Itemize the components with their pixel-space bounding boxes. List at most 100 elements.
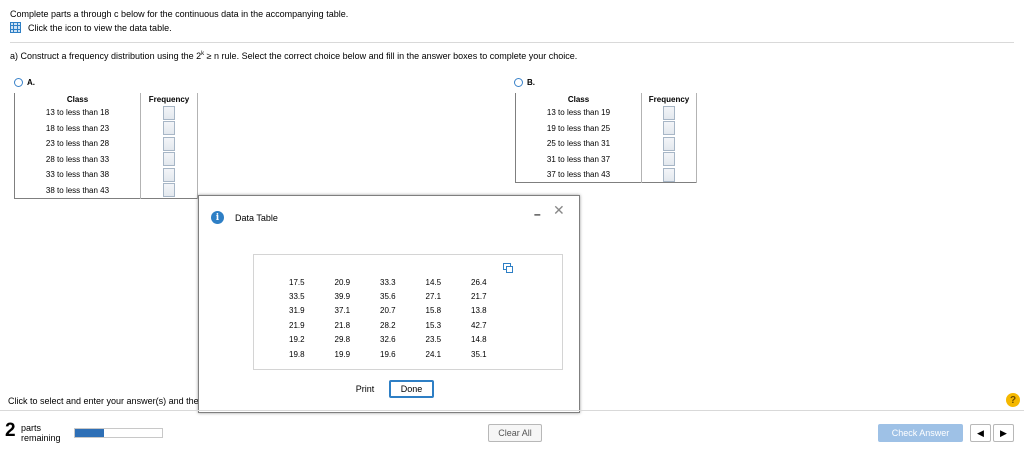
frequency-input[interactable]: [163, 136, 175, 151]
frequency-cell: [641, 120, 697, 136]
choice-a-radio[interactable]: [14, 78, 23, 87]
data-row: 31.9 37.1 20.7 15.8 13.8: [287, 304, 515, 318]
frequency-input[interactable]: [663, 152, 675, 167]
done-button[interactable]: Done: [389, 380, 434, 398]
frequency-input[interactable]: [663, 136, 675, 151]
data-cell: 24.1: [425, 349, 442, 359]
choice-a[interactable]: A.: [14, 78, 35, 87]
data-cell: 19.8: [289, 349, 305, 359]
frequency-input[interactable]: [663, 105, 675, 120]
table-grid-icon[interactable]: [10, 22, 21, 33]
click-hint-text: Click to select and enter your answer(s)…: [8, 396, 198, 406]
table-row: 28 to less than 33: [14, 151, 198, 167]
instruction-text: Complete parts a through c below for the…: [10, 9, 349, 19]
table-row: 38 to less than 43: [14, 182, 198, 198]
view-data-table-label[interactable]: Click the icon to view the data table.: [28, 23, 172, 33]
help-icon[interactable]: ?: [1006, 393, 1020, 407]
data-cell: 13.8: [471, 306, 487, 316]
choice-a-label[interactable]: A.: [27, 78, 35, 87]
frequency-cell: [641, 105, 697, 121]
frequency-cell: [140, 120, 198, 136]
parts-label-line2: remaining: [21, 433, 61, 443]
frequency-cell: [140, 105, 198, 121]
info-icon: i: [211, 211, 224, 224]
table-row: 13 to less than 18: [14, 105, 198, 121]
progress-bar: [74, 428, 163, 438]
question-suffix: ≥ n rule. Select the correct choice belo…: [204, 51, 578, 61]
dialog-header: i Data Table: [211, 211, 278, 224]
data-cell: 19.6: [380, 349, 396, 359]
data-cell: 23.5: [425, 335, 442, 345]
previous-arrow-icon[interactable]: ◀: [970, 424, 991, 442]
frequency-input[interactable]: [163, 167, 175, 182]
data-cell: 19.2: [289, 335, 305, 345]
view-data-table-link[interactable]: Click the icon to view the data table.: [10, 22, 172, 33]
data-cell: 27.1: [425, 292, 442, 302]
data-cell: 19.9: [334, 349, 351, 359]
class-cell: 33 to less than 38: [14, 167, 141, 183]
data-cell: 14.8: [471, 335, 487, 345]
frequency-cell: [641, 136, 697, 152]
frequency-input[interactable]: [163, 121, 175, 136]
data-cell: 31.9: [289, 306, 305, 316]
close-icon[interactable]: ✕: [553, 202, 565, 219]
next-arrow-icon[interactable]: ▶: [993, 424, 1014, 442]
clear-all-button[interactable]: Clear All: [488, 424, 542, 442]
data-cell: 20.7: [380, 306, 396, 316]
data-cell: 21.8: [334, 320, 351, 330]
table-row: 23 to less than 28: [14, 136, 198, 152]
class-cell: 37 to less than 43: [515, 167, 642, 183]
frequency-input[interactable]: [663, 121, 675, 136]
frequency-cell: [140, 151, 198, 167]
class-header: Class: [515, 93, 642, 105]
data-cell: 42.7: [471, 320, 487, 330]
minimize-icon[interactable]: –: [534, 207, 541, 221]
divider: [10, 42, 1014, 43]
choice-b-label[interactable]: B.: [527, 78, 535, 87]
frequency-header: Frequency: [140, 93, 198, 105]
table-row: 33 to less than 38: [14, 167, 198, 183]
class-header: Class: [14, 93, 141, 105]
frequency-input[interactable]: [163, 105, 175, 120]
table-row: 13 to less than 19: [515, 105, 697, 121]
check-answer-button[interactable]: Check Answer: [878, 424, 963, 442]
choice-b[interactable]: B.: [514, 78, 535, 87]
class-cell: 18 to less than 23: [14, 120, 141, 136]
data-cell: 28.2: [380, 320, 396, 330]
data-cell: 35.6: [380, 292, 396, 302]
footer-divider: [0, 410, 1024, 411]
data-cell: 21.7: [471, 292, 487, 302]
data-cell: 32.6: [380, 335, 396, 345]
frequency-cell: [641, 167, 697, 183]
data-cell: 33.3: [380, 277, 396, 287]
choice-a-table: Class Frequency 13 to less than 18 18 to …: [14, 93, 198, 199]
class-cell: 19 to less than 25: [515, 120, 642, 136]
frequency-cell: [140, 136, 198, 152]
data-table-dialog: i Data Table – ✕ 17.5 20.9 33.3 14.5 26.4 33.…: [198, 195, 580, 413]
data-row: 19.8 19.9 19.6 24.1 35.1: [287, 347, 515, 361]
data-cell: 15.8: [425, 306, 442, 316]
class-cell: 13 to less than 19: [515, 105, 642, 121]
print-button[interactable]: Print: [349, 380, 381, 398]
data-cell: 39.9: [334, 292, 351, 302]
frequency-input[interactable]: [663, 167, 675, 182]
table-row: 25 to less than 31: [515, 136, 697, 152]
choice-b-table: Class Frequency 13 to less than 19 19 to …: [515, 93, 697, 183]
class-cell: 23 to less than 28: [14, 136, 141, 152]
data-cell: 33.5: [289, 292, 305, 302]
frequency-input[interactable]: [163, 152, 175, 167]
frequency-cell: [140, 182, 198, 198]
parts-remaining-label: parts remaining: [21, 423, 61, 443]
choice-b-radio[interactable]: [514, 78, 523, 87]
dialog-title: Data Table: [235, 212, 278, 223]
data-row: 33.5 39.9 35.6 27.1 21.7: [287, 289, 515, 303]
copy-icon[interactable]: [503, 263, 513, 273]
class-cell: 13 to less than 18: [14, 105, 141, 121]
class-cell: 38 to less than 43: [14, 182, 141, 198]
class-cell: 25 to less than 31: [515, 136, 642, 152]
class-cell: 28 to less than 33: [14, 151, 141, 167]
data-row: 21.9 21.8 28.2 15.3 42.7: [287, 318, 515, 332]
frequency-cell: [641, 151, 697, 167]
progress-fill: [75, 429, 104, 437]
frequency-input[interactable]: [163, 183, 175, 197]
